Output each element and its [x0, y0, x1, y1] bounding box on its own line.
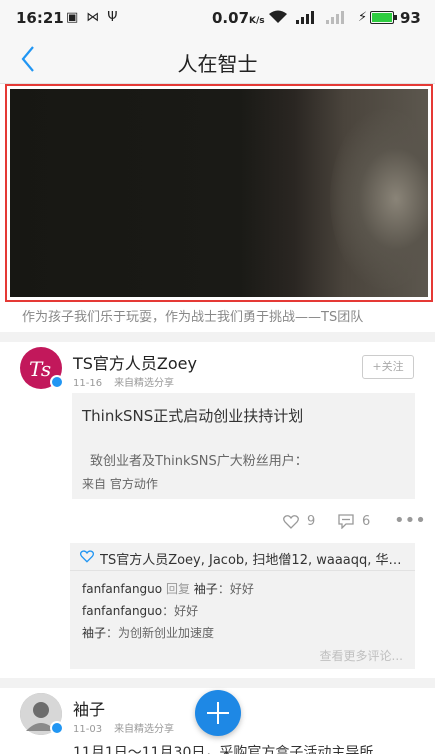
- nav-bar: 人在智士: [0, 36, 435, 84]
- network-speed: 0.07K/s: [212, 9, 265, 27]
- shared-article-excerpt: 致创业者及ThinkSNS广大粉丝用户：: [90, 454, 308, 469]
- comment-item[interactable]: fanfanfanguo：好好: [82, 602, 198, 619]
- battery-percent: 93: [400, 9, 421, 27]
- post-author[interactable]: 袖子: [73, 696, 105, 720]
- banner-caption: 作为孩子我们乐于玩耍，作为战士我们勇于挑战——TS团队: [22, 310, 364, 325]
- status-time: 16:21: [16, 9, 64, 27]
- more-dots-icon: •••: [394, 510, 426, 531]
- avatar[interactable]: [20, 693, 64, 735]
- svg-text:Ts: Ts: [29, 357, 51, 381]
- charging-icon: ⚡: [358, 10, 368, 25]
- banner-highlight[interactable]: [5, 84, 433, 302]
- comment-icon: [338, 514, 354, 529]
- comments-box: TS官方人员Zoey, Jacob, 扫地僧12, waaaqq, 华… fan…: [70, 543, 415, 669]
- section-divider: [0, 332, 435, 342]
- page-title: 人在智士: [177, 52, 258, 76]
- status-notification-icons: ▣ ⋈ Ψ: [66, 10, 118, 25]
- comment-button[interactable]: 6: [338, 514, 370, 529]
- compose-fab-button[interactable]: [195, 690, 241, 736]
- post-source: 来自精选分享: [114, 378, 175, 389]
- shared-article-card[interactable]: ThinkSNS正式启动创业扶持计划 致创业者及ThinkSNS广大粉丝用户： …: [72, 393, 415, 499]
- follow-button[interactable]: +关注: [362, 355, 414, 379]
- post-source: 来自精选分享: [114, 724, 175, 735]
- verified-badge-icon: [50, 375, 64, 389]
- banner-image: [10, 89, 428, 297]
- avatar[interactable]: Ts: [20, 347, 64, 389]
- post-meta: 11-03 来自精选分享: [73, 720, 174, 735]
- signal-2-icon: [326, 10, 350, 27]
- post-date: 11-16: [73, 378, 103, 389]
- usb-icon: Ψ: [107, 10, 118, 25]
- comment-count: 6: [362, 514, 371, 529]
- heart-icon: [283, 514, 299, 529]
- section-divider: [0, 678, 435, 688]
- heart-outline-icon: [80, 550, 94, 563]
- comment-item[interactable]: 袖子：为创新创业加速度: [82, 624, 214, 641]
- status-bar: 16:21 ▣ ⋈ Ψ 0.07K/s ⚡ 93: [0, 0, 435, 36]
- post-date: 11-03: [73, 724, 103, 735]
- comment-item[interactable]: fanfanfanguo 回复 袖子：好好: [82, 580, 254, 597]
- like-count: 9: [307, 514, 316, 529]
- view-more-comments-link[interactable]: 查看更多评论...: [320, 647, 403, 664]
- share-icon: ⋈: [86, 10, 100, 25]
- more-options-button[interactable]: •••: [394, 510, 426, 531]
- liked-by-names: TS官方人员Zoey, Jacob, 扫地僧12, waaaqq, 华…: [100, 553, 400, 568]
- post-author[interactable]: TS官方人员Zoey: [73, 350, 197, 374]
- verified-badge-icon: [50, 721, 64, 735]
- shared-article-source: 来自 官方动作: [82, 477, 158, 491]
- post-text: 11月1日～11月30日，采购官方盒子活动主导所: [73, 745, 374, 754]
- liked-by-row[interactable]: TS官方人员Zoey, Jacob, 扫地僧12, waaaqq, 华…: [70, 543, 415, 571]
- battery-icon: [370, 11, 397, 24]
- wifi-icon: [268, 10, 288, 27]
- image-icon: ▣: [66, 10, 79, 25]
- like-button[interactable]: 9: [283, 514, 315, 529]
- signal-icon: [296, 10, 320, 27]
- shared-article-title: ThinkSNS正式启动创业扶持计划: [82, 407, 304, 425]
- post-meta: 11-16 来自精选分享: [73, 374, 174, 389]
